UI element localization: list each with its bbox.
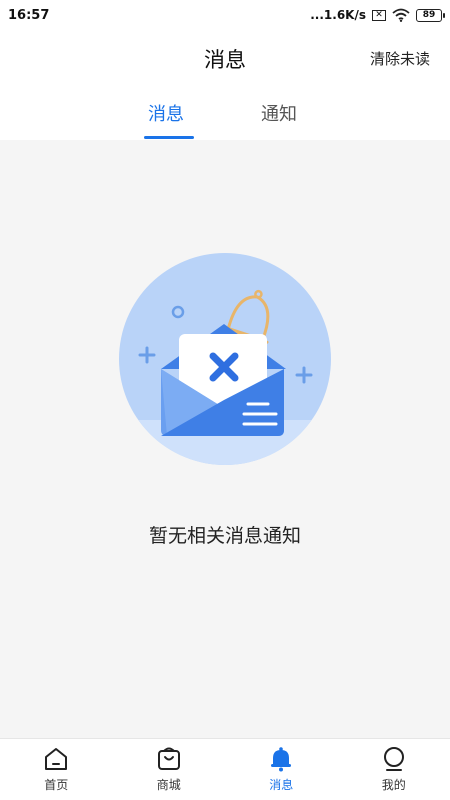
nav-item-home[interactable]: 首页 bbox=[0, 739, 113, 800]
shopping-bag-icon bbox=[157, 747, 180, 770]
profile-icon bbox=[383, 747, 404, 771]
tab-notifications[interactable]: 通知 bbox=[261, 100, 297, 126]
nav-item-mall[interactable]: 商城 bbox=[113, 739, 226, 800]
header: 消息 清除未读 bbox=[0, 30, 450, 86]
clear-unread-button[interactable]: 清除未读 bbox=[370, 48, 430, 69]
envelope-error-bell-icon bbox=[119, 253, 331, 465]
nav-item-profile[interactable]: 我的 bbox=[338, 739, 450, 800]
home-icon bbox=[45, 748, 68, 770]
message-list-area: 暂无相关消息通知 bbox=[0, 140, 450, 738]
nav-label-messages: 消息 bbox=[269, 778, 294, 792]
bottom-navigation: 首页 商城 消息 我的 bbox=[0, 738, 450, 800]
nav-label-profile: 我的 bbox=[381, 778, 406, 792]
network-speed: ...1.6K/s bbox=[310, 8, 366, 22]
tab-messages[interactable]: 消息 bbox=[148, 100, 184, 126]
battery-icon: 89 bbox=[416, 8, 445, 22]
nav-item-messages[interactable]: 消息 bbox=[225, 739, 338, 800]
status-time: 16:57 bbox=[8, 7, 50, 23]
wifi-icon bbox=[392, 8, 410, 22]
nav-label-home: 首页 bbox=[44, 778, 69, 792]
status-indicators: ...1.6K/s ✕ 89 bbox=[310, 8, 445, 22]
status-bar: 16:57 ...1.6K/s ✕ 89 bbox=[0, 0, 450, 30]
x-box-icon: ✕ bbox=[372, 9, 386, 21]
bell-icon bbox=[271, 747, 292, 772]
active-tab-indicator bbox=[144, 136, 194, 139]
nav-label-mall: 商城 bbox=[156, 778, 181, 792]
empty-state-message: 暂无相关消息通知 bbox=[148, 525, 301, 547]
tab-bar: 消息 通知 bbox=[0, 86, 450, 140]
battery-level: 89 bbox=[422, 10, 436, 20]
